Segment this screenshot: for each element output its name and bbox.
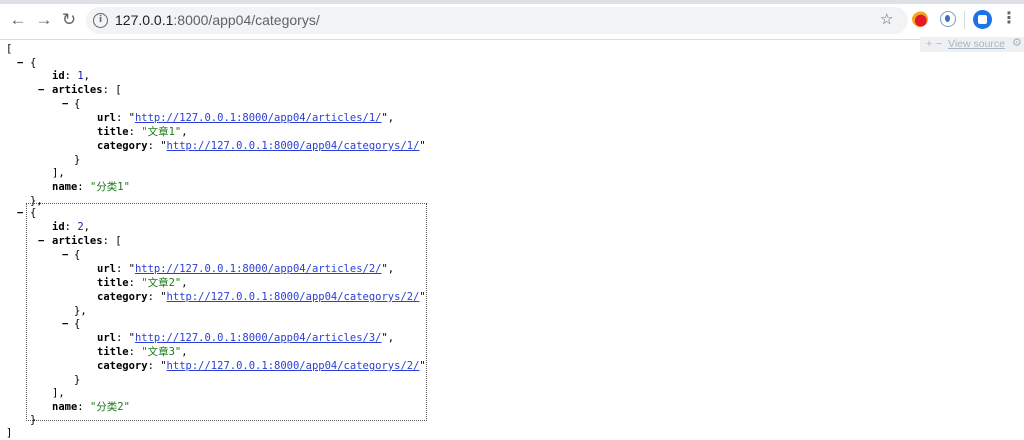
category-url-link[interactable]: http://127.0.0.1:8000/app04/categorys/2/	[167, 291, 420, 303]
kebab-menu-icon[interactable]: ⋮	[1001, 9, 1017, 29]
json-property: id: 1,	[52, 70, 90, 82]
object-open: {	[74, 318, 81, 330]
info-icon[interactable]: i	[93, 13, 108, 28]
json-property: category: "http://127.0.0.1:8000/app04/c…	[97, 140, 426, 152]
object-open: {	[30, 57, 37, 69]
json-property: articles: [	[52, 84, 122, 96]
category-id-value: 1	[77, 70, 84, 82]
object-open: {	[74, 249, 81, 261]
json-property: url: "http://127.0.0.1:8000/app04/articl…	[97, 112, 395, 124]
collapse-toggle[interactable]: −	[17, 56, 23, 70]
bookmark-star-icon[interactable]: ☆	[880, 10, 893, 28]
collapse-toggle[interactable]: −	[62, 97, 68, 111]
profile-icon[interactable]	[973, 10, 992, 29]
json-property: category: "http://127.0.0.1:8000/app04/c…	[97, 360, 426, 372]
back-button[interactable]: ←	[7, 9, 29, 31]
weibo-extension-icon[interactable]	[912, 11, 928, 27]
collapse-all-button[interactable]: −	[936, 37, 942, 51]
json-property: url: "http://127.0.0.1:8000/app04/articl…	[97, 332, 395, 344]
toolbar-divider	[964, 11, 965, 29]
collapse-toggle[interactable]: −	[62, 317, 68, 331]
category-id-value: 2	[77, 221, 84, 233]
extension-icon[interactable]	[940, 11, 956, 27]
url-text: 127.0.0.1:8000/app04/categorys/	[115, 12, 320, 28]
view-source-link[interactable]: View source	[948, 37, 1005, 51]
json-property: id: 2,	[52, 221, 90, 233]
json-property: title: "文章3",	[97, 346, 188, 358]
category-name-value: 分类2	[96, 401, 124, 413]
object-open: {	[30, 207, 37, 219]
array-close: ],	[52, 167, 65, 179]
article-url-link[interactable]: http://127.0.0.1:8000/app04/articles/3/	[135, 332, 382, 344]
category-url-link[interactable]: http://127.0.0.1:8000/app04/categorys/2/	[167, 360, 420, 372]
article-url-link[interactable]: http://127.0.0.1:8000/app04/articles/2/	[135, 263, 382, 275]
json-property: category: "http://127.0.0.1:8000/app04/c…	[97, 291, 426, 303]
json-property: title: "文章2",	[97, 277, 188, 289]
json-property: title: "文章1",	[97, 126, 188, 138]
article-title-value: 文章3	[147, 346, 175, 358]
object-close: }	[74, 154, 81, 166]
category-name-value: 分类1	[96, 181, 124, 193]
object-close: }	[74, 374, 81, 386]
array-close: ],	[52, 387, 65, 399]
gear-icon[interactable]: ⚙	[1012, 36, 1022, 50]
url-host: 127.0.0.1	[115, 12, 174, 28]
browser-toolbar: ← → ↻ i 127.0.0.1:8000/app04/categorys/ …	[0, 0, 1024, 40]
array-open: [	[6, 43, 13, 55]
expand-all-button[interactable]: +	[926, 37, 932, 51]
object-close: }	[30, 414, 37, 426]
json-property: name: "分类2"	[52, 401, 130, 413]
address-bar[interactable]: i 127.0.0.1:8000/app04/categorys/	[86, 7, 908, 34]
tab-strip	[0, 0, 1024, 4]
arrow-right-icon: →	[35, 10, 53, 29]
array-close: ]	[6, 427, 13, 439]
forward-button[interactable]: →	[33, 9, 55, 31]
json-property: name: "分类1"	[52, 181, 130, 193]
article-title-value: 文章1	[147, 126, 175, 138]
object-open: {	[74, 98, 81, 110]
json-property: articles: [	[52, 235, 122, 247]
article-url-link[interactable]: http://127.0.0.1:8000/app04/articles/1/	[135, 112, 382, 124]
collapse-toggle[interactable]: −	[38, 234, 44, 248]
collapse-toggle[interactable]: −	[38, 83, 44, 97]
json-viewer-bar: + − View source ⚙	[920, 37, 1024, 52]
json-property: url: "http://127.0.0.1:8000/app04/articl…	[97, 263, 395, 275]
url-path: :8000/app04/categorys/	[173, 12, 320, 28]
object-close: },	[74, 305, 87, 317]
collapse-toggle[interactable]: −	[17, 206, 23, 220]
article-title-value: 文章2	[147, 277, 175, 289]
category-url-link[interactable]: http://127.0.0.1:8000/app04/categorys/1/	[167, 140, 420, 152]
collapse-toggle[interactable]: −	[62, 248, 68, 262]
arrow-left-icon: ←	[9, 10, 27, 29]
reload-button[interactable]: ↻	[58, 9, 80, 31]
reload-icon: ↻	[61, 10, 77, 29]
